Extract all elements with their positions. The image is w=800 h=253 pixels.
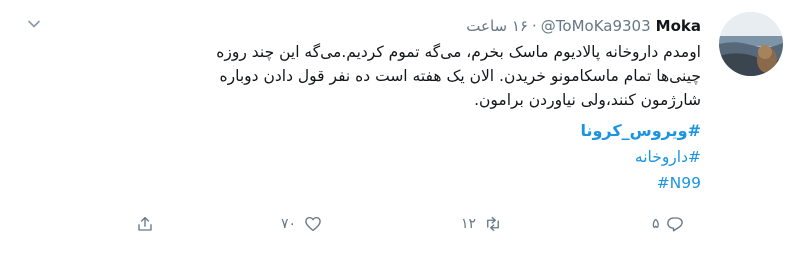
- retweet-count: ۱۲: [461, 216, 477, 232]
- tweet-text: اومدم داروخانه پالادیوم ماسک بخرم، می‌گه…: [81, 40, 701, 112]
- avatar[interactable]: [719, 12, 783, 76]
- hashtag-link[interactable]: #ویروس_کرونا: [81, 118, 701, 144]
- like-count: ۷۰: [281, 216, 297, 232]
- reply-count: ۵: [652, 216, 660, 232]
- share-button[interactable]: [136, 212, 154, 236]
- reply-icon: [666, 217, 683, 232]
- retweet-button[interactable]: ۱۲: [461, 212, 502, 236]
- action-bar: ۵ ۱۲ ۷۰: [0, 212, 800, 236]
- hashtag-link[interactable]: #داروخانه: [81, 144, 701, 170]
- author-name[interactable]: Moka: [656, 17, 701, 35]
- author-handle[interactable]: @ToMoKa9303: [541, 17, 651, 35]
- hashtag-link[interactable]: #N99: [81, 170, 701, 196]
- share-icon: [138, 216, 152, 231]
- retweet-icon: [487, 216, 499, 232]
- tweet-card[interactable]: Moka @ToMoKa9303 · ۱۶ ساعت اومدم داروخان…: [0, 0, 800, 253]
- tweet-text-line: چینی‌ها تمام ماسکامونو خریدن. الان یک هف…: [219, 67, 701, 85]
- tweet-text-line: اومدم داروخانه پالادیوم ماسک بخرم، می‌گه…: [216, 43, 701, 61]
- tweet-timestamp[interactable]: ۱۶ ساعت: [466, 17, 528, 35]
- tweet-text-line: شارژمون کنند،ولی نیاوردن برامون.: [474, 91, 701, 109]
- chevron-down-icon[interactable]: [26, 16, 42, 32]
- tweet-header: Moka @ToMoKa9303 · ۱۶ ساعت: [466, 15, 701, 37]
- hashtag-list: #ویروس_کرونا #داروخانه #N99: [81, 118, 701, 196]
- reply-button[interactable]: ۵: [652, 212, 684, 236]
- heart-icon: [305, 216, 321, 232]
- separator-dot: ·: [532, 17, 537, 35]
- like-button[interactable]: ۷۰: [281, 212, 322, 236]
